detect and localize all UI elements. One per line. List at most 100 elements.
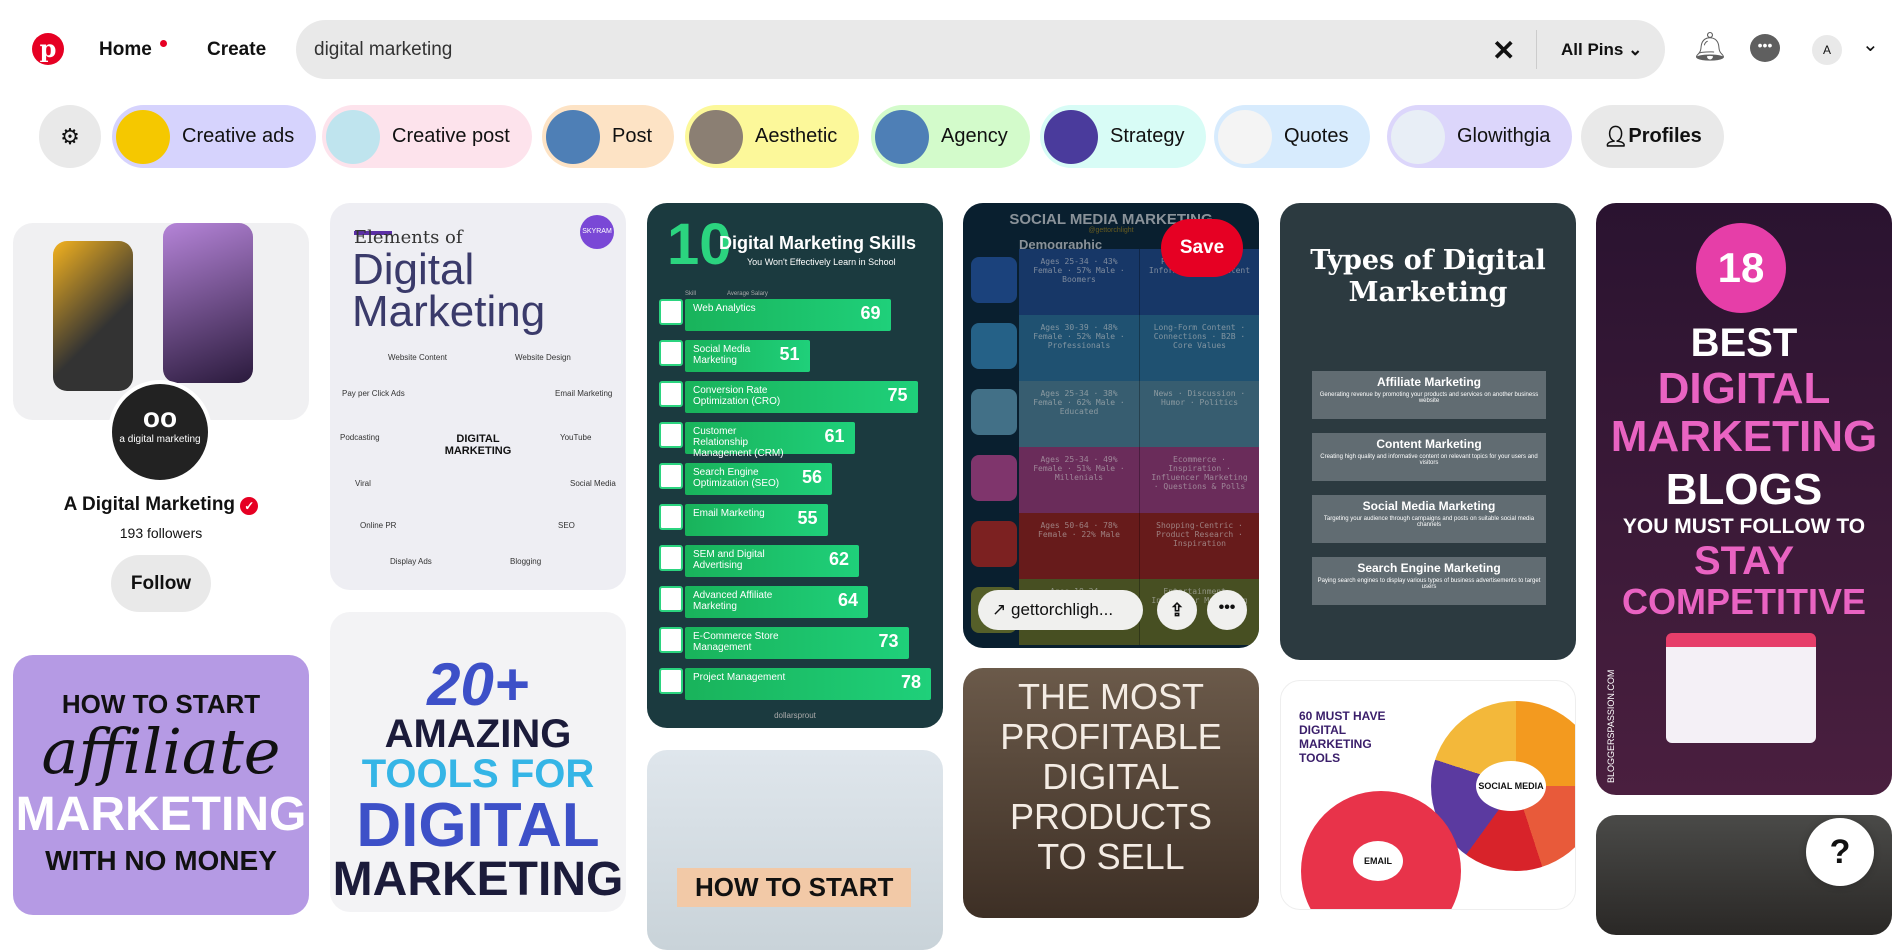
skill-name: Web Analytics xyxy=(693,303,756,314)
skill-row: Advanced Affiliate Marketing 64 xyxy=(685,586,868,618)
chip-quotes[interactable]: Quotes xyxy=(1214,105,1371,168)
chevron-down-icon: ⌄ xyxy=(1628,40,1643,59)
notifications-bell-icon[interactable]: 🔔︎ xyxy=(1692,30,1728,63)
pin-source-link[interactable]: ↗ gettorchligh... xyxy=(978,590,1143,630)
chip-creative-post[interactable]: Creative post xyxy=(322,105,532,168)
pin-how-to-start[interactable]: HOW TO START xyxy=(647,750,943,950)
phone-image xyxy=(163,223,253,383)
pin-headline: DIGITAL xyxy=(1042,756,1180,797)
nav-home[interactable]: Home xyxy=(99,39,152,61)
profile-avatar[interactable]: oo a digital marketing xyxy=(108,380,212,484)
account-chevron-down-icon[interactable]: ⌄ xyxy=(1862,32,1879,57)
skill-salary: 55 xyxy=(797,508,818,528)
skill-name: Customer Relationship Management (CRM) xyxy=(693,426,784,459)
follow-button[interactable]: Follow xyxy=(111,555,211,612)
pin-elements-of-digital-marketing[interactable]: Elements of Digital Marketing SKYRAM DIG… xyxy=(330,203,626,590)
skill-icon xyxy=(659,668,683,694)
pin-10-digital-marketing-skills[interactable]: 10 Digital Marketing Skills You Won't Ef… xyxy=(647,203,943,728)
marketing-type: Search Engine Marketing Paying search eng… xyxy=(1312,557,1546,605)
skill-row: Social Media Marketing 51 xyxy=(685,340,810,372)
skill-salary: 51 xyxy=(779,344,800,364)
profile-name[interactable]: A Digital Marketing ✓ xyxy=(13,494,309,516)
skill-icon xyxy=(659,504,683,530)
chip-label: Agency xyxy=(941,125,1008,147)
pin-profitable-digital-products[interactable]: THE MOST PROFITABLE DIGITAL PRODUCTS TO SELL xyxy=(963,668,1259,918)
search-input[interactable] xyxy=(314,20,1464,79)
skill-icon xyxy=(659,463,683,489)
follower-count: 193 followers xyxy=(119,525,203,541)
chip-glowithgia[interactable]: Glowithgia xyxy=(1387,105,1573,168)
chip-thumbnail xyxy=(875,109,929,164)
chip-label: Quotes xyxy=(1284,125,1349,147)
skill-row: Search Engine Optimization (SEO) 56 xyxy=(685,463,832,495)
skill-icon xyxy=(659,381,683,407)
more-options-icon[interactable]: ••• xyxy=(1207,590,1247,630)
skill-icon xyxy=(659,340,683,366)
filters-button[interactable]: ⚙︎ xyxy=(39,105,101,168)
chip-aesthetic[interactable]: Aesthetic xyxy=(685,105,860,168)
skill-row: SEM and Digital Advertising 62 xyxy=(685,545,859,577)
chip-thumbnail xyxy=(546,109,600,164)
chip-label: Post xyxy=(612,125,653,147)
share-icon[interactable]: ⇪ xyxy=(1157,590,1197,630)
skill-salary: 75 xyxy=(887,385,908,405)
element-label: Pay per Click Ads xyxy=(342,389,405,398)
skill-salary: 56 xyxy=(801,467,822,487)
skill-icon xyxy=(659,586,683,612)
verified-badge-icon: ✓ xyxy=(240,497,259,515)
skill-icon xyxy=(659,422,683,448)
sliders-icon: ⚙︎ xyxy=(60,123,80,149)
element-label: Website Content xyxy=(388,353,447,362)
pin-60-marketing-tools[interactable]: 60 MUST HAVE DIGITAL MARKETING TOOLS SOC… xyxy=(1280,680,1576,910)
person-icon: 👤︎ xyxy=(1603,126,1629,148)
pin-headline: TO SELL xyxy=(1037,836,1185,877)
messages-icon[interactable]: ••• xyxy=(1750,34,1780,62)
arrow-up-right-icon: ↗ xyxy=(992,600,1007,619)
skill-row: Customer Relationship Management (CRM) 61 xyxy=(685,422,855,459)
pin-18-best-blogs[interactable]: 18 BEST DIGITAL MARKETING BLOGS YOU MUST… xyxy=(1596,203,1892,795)
skill-name: Email Marketing xyxy=(693,508,765,519)
chip-thumbnail xyxy=(1391,109,1445,164)
skill-salary: 69 xyxy=(860,303,881,323)
help-button[interactable]: ? xyxy=(1806,818,1874,886)
chip-agency[interactable]: Agency xyxy=(871,105,1030,168)
chip-label: Profiles xyxy=(1628,125,1702,147)
pinterest-logo[interactable]: p xyxy=(32,33,64,65)
skill-name: Search Engine Optimization (SEO) xyxy=(693,467,780,489)
chip-label: Glowithgia xyxy=(1457,125,1551,147)
save-button[interactable]: Save xyxy=(1161,219,1243,277)
chip-post[interactable]: Post xyxy=(542,105,675,168)
skill-icon xyxy=(659,627,683,653)
skill-name: Conversion Rate Optimization (CRO) xyxy=(693,385,781,407)
element-label: Display Ads xyxy=(390,557,432,566)
chip-thumbnail xyxy=(116,109,170,164)
pin-filter-dropdown[interactable]: All Pins ⌄ xyxy=(1561,40,1642,60)
chip-strategy[interactable]: Strategy xyxy=(1040,105,1207,168)
skill-salary: 61 xyxy=(824,426,845,446)
chip-thumbnail xyxy=(1044,109,1098,164)
pin-20-tools[interactable]: 20+ AMAZING TOOLS FOR DIGITAL MARKETING xyxy=(330,612,626,912)
chip-thumbnail xyxy=(689,109,743,164)
pin-types-of-digital-marketing[interactable]: Types of Digital Marketing Affiliate Mar… xyxy=(1280,203,1576,660)
chip-creative-ads[interactable]: Creative ads xyxy=(112,105,317,168)
avatar[interactable]: A xyxy=(1812,35,1842,65)
clear-search-icon[interactable]: ✕ xyxy=(1492,34,1515,67)
skill-row: E-Commerce Store Management 73 xyxy=(685,627,909,659)
element-label: Podcasting xyxy=(340,433,380,442)
pin-social-media-marketing[interactable]: SOCIAL MEDIA MARKETING @gettorchlight De… xyxy=(963,203,1259,648)
skill-name: E-Commerce Store Management xyxy=(693,631,779,653)
element-label: Social Media xyxy=(570,479,616,488)
chip-label: Aesthetic xyxy=(755,125,838,147)
chip-thumbnail xyxy=(326,109,380,164)
skill-row: Conversion Rate Optimization (CRO) 75 xyxy=(685,381,918,413)
chip-label: Creative post xyxy=(392,125,510,147)
chip-profiles[interactable]: 👤︎ Profiles xyxy=(1581,105,1724,168)
chip-thumbnail xyxy=(1218,109,1272,164)
marketing-type: Affiliate Marketing Generating revenue by… xyxy=(1312,371,1546,419)
skill-row: Project Management 78 xyxy=(685,668,931,700)
skill-name: Project Management xyxy=(693,672,786,683)
skill-row: Web Analytics 69 xyxy=(685,299,891,331)
pin-affiliate-marketing[interactable]: HOW TO START affiliate MARKETING WITH NO… xyxy=(13,655,309,915)
nav-create[interactable]: Create xyxy=(207,39,266,61)
skill-salary: 62 xyxy=(828,549,849,569)
